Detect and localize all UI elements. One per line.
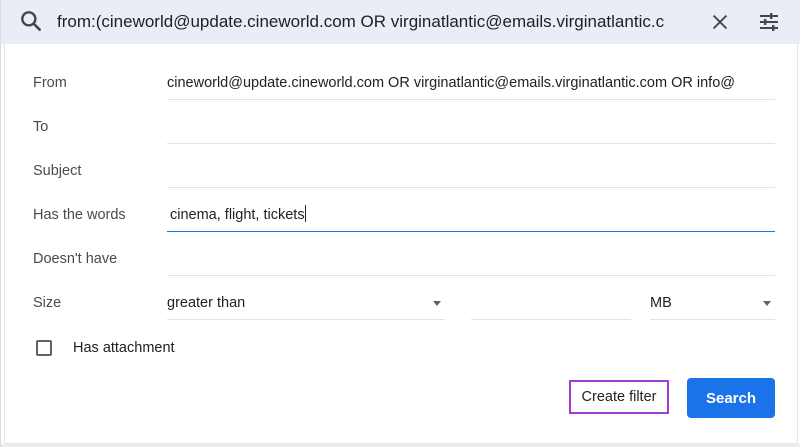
size-operator-select[interactable]: greater than: [167, 290, 445, 320]
has-attachment-checkbox[interactable]: [36, 340, 52, 356]
search-options-dialog: from:(cineworld@update.cineworld.com OR …: [0, 0, 800, 447]
dropdown-arrow-icon: [763, 301, 771, 306]
from-label: From: [33, 75, 67, 91]
from-row: From cineworld@update.cineworld.com OR v…: [5, 66, 799, 110]
has-attachment-label: Has attachment: [73, 340, 175, 356]
size-unit-select[interactable]: MB: [650, 290, 775, 320]
tune-icon[interactable]: [754, 7, 784, 37]
to-row: To: [5, 110, 799, 154]
to-field[interactable]: [167, 114, 775, 144]
from-field[interactable]: cineworld@update.cineworld.com OR virgin…: [167, 70, 775, 100]
doesnt-have-field[interactable]: [167, 246, 775, 276]
search-query-input[interactable]: from:(cineworld@update.cineworld.com OR …: [57, 0, 697, 44]
doesnt-have-row: Doesn't have: [5, 242, 799, 286]
has-words-field[interactable]: cinema, flight, tickets: [167, 202, 775, 232]
create-filter-button[interactable]: Create filter: [569, 380, 669, 414]
dropdown-arrow-icon: [433, 301, 441, 306]
size-row: Size greater than MB: [5, 286, 799, 330]
size-label: Size: [33, 295, 62, 311]
has-words-value: cinema, flight, tickets: [170, 207, 305, 223]
text-cursor: [304, 205, 306, 222]
subject-label: Subject: [33, 163, 82, 179]
has-words-label: Has the words: [33, 207, 126, 223]
search-button[interactable]: Search: [687, 378, 775, 418]
size-number-field[interactable]: [471, 290, 631, 320]
has-attachment-option[interactable]: Has attachment: [36, 338, 175, 358]
subject-row: Subject: [5, 154, 799, 198]
size-unit-value: MB: [650, 295, 672, 311]
doesnt-have-label: Doesn't have: [33, 251, 118, 267]
has-words-row: Has the words cinema, flight, tickets: [5, 198, 799, 242]
search-options-panel: From cineworld@update.cineworld.com OR v…: [4, 44, 798, 444]
close-icon[interactable]: [705, 7, 735, 37]
search-icon[interactable]: [18, 8, 44, 34]
search-bar: from:(cineworld@update.cineworld.com OR …: [1, 0, 800, 44]
to-label: To: [33, 119, 49, 135]
size-operator-value: greater than: [167, 295, 246, 311]
subject-field[interactable]: [167, 158, 775, 188]
